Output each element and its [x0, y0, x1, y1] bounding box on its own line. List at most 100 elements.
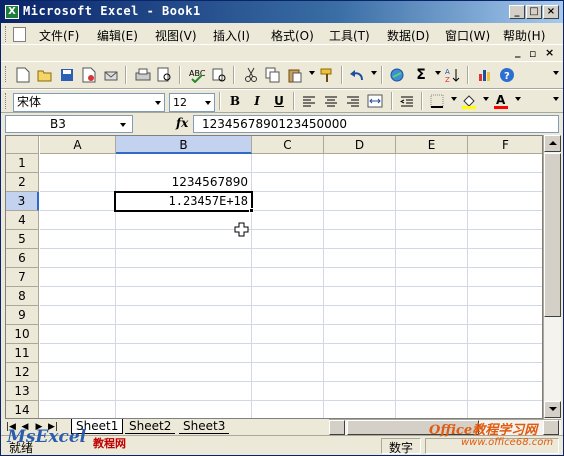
row-header[interactable]: 6	[6, 249, 39, 268]
title-bar[interactable]: X Microsoft Excel - Book1 _ □ ×	[1, 1, 563, 23]
scroll-left-button[interactable]	[329, 420, 345, 435]
menu-edit[interactable]: 编辑(E)	[97, 27, 138, 44]
row-header[interactable]: 13	[6, 382, 39, 401]
cell-b2[interactable]: 1234567890	[116, 175, 248, 189]
sheet-tab-2[interactable]: Sheet2	[125, 419, 176, 434]
permission-icon[interactable]	[79, 65, 99, 85]
hyperlink-icon[interactable]	[387, 65, 407, 85]
italic-icon[interactable]: I	[247, 91, 267, 111]
row-header[interactable]: 11	[6, 344, 39, 363]
scroll-down-button[interactable]	[544, 401, 561, 418]
copy-icon[interactable]	[263, 65, 283, 85]
toolbar-grip[interactable]	[5, 66, 8, 82]
row-header[interactable]: 12	[6, 363, 39, 382]
bold-icon[interactable]: B	[225, 91, 245, 111]
row-header[interactable]: 8	[6, 287, 39, 306]
font-color-icon[interactable]: A	[491, 91, 511, 111]
select-all-button[interactable]	[6, 136, 39, 154]
doc-minimize-icon[interactable]: _	[515, 45, 521, 58]
undo-dropdown-icon[interactable]	[371, 71, 377, 75]
active-cell-border[interactable]	[114, 191, 253, 212]
align-center-icon[interactable]	[321, 91, 341, 111]
merge-center-icon[interactable]	[365, 91, 385, 111]
row-header[interactable]: 14	[6, 401, 39, 418]
print-preview-icon[interactable]	[155, 65, 175, 85]
menu-tools[interactable]: 工具(T)	[329, 27, 370, 44]
row-header[interactable]: 5	[6, 230, 39, 249]
paste-icon[interactable]	[285, 65, 305, 85]
menu-data[interactable]: 数据(D)	[387, 27, 430, 44]
toolbar-options-icon[interactable]	[553, 71, 559, 75]
spelling-icon[interactable]: ABC	[187, 65, 207, 85]
column-header-c[interactable]: C	[252, 136, 324, 154]
borders-dropdown-icon[interactable]	[451, 97, 457, 101]
cut-icon[interactable]	[241, 65, 261, 85]
toolbar-grip[interactable]	[5, 93, 8, 109]
autosum-dropdown-icon[interactable]	[435, 71, 441, 75]
row-header[interactable]: 3	[6, 192, 39, 211]
new-icon[interactable]	[13, 65, 33, 85]
row-header[interactable]: 1	[6, 154, 39, 173]
align-left-icon[interactable]	[299, 91, 319, 111]
chevron-down-icon[interactable]	[155, 101, 161, 105]
sheet-tab-3[interactable]: Sheet3	[179, 419, 230, 434]
fill-color-dropdown-icon[interactable]	[483, 97, 489, 101]
underline-icon[interactable]: U	[269, 91, 289, 111]
align-right-icon[interactable]	[343, 91, 363, 111]
formula-input[interactable]: 1234567890123450000	[193, 115, 559, 133]
decrease-indent-icon[interactable]	[397, 91, 417, 111]
research-icon[interactable]	[209, 65, 229, 85]
column-header-e[interactable]: E	[396, 136, 468, 154]
borders-icon[interactable]	[427, 91, 447, 111]
workbook-icon[interactable]	[13, 27, 26, 42]
row-header[interactable]: 2	[6, 173, 39, 192]
menu-view[interactable]: 视图(V)	[155, 27, 197, 44]
worksheet-grid[interactable]: A B C D E F 1 2 3 4 5 6 7 8 9 10 11 12 1…	[5, 135, 543, 419]
autosum-icon[interactable]: Σ	[411, 65, 431, 85]
paste-dropdown-icon[interactable]	[309, 71, 315, 75]
chevron-down-icon[interactable]	[205, 101, 211, 105]
doc-restore-icon[interactable]: ▫	[529, 47, 536, 60]
row-header[interactable]: 10	[6, 325, 39, 344]
help-icon[interactable]: ?	[497, 65, 517, 85]
chart-wizard-icon[interactable]	[475, 65, 495, 85]
font-size-select[interactable]: 12	[169, 93, 215, 112]
font-color-dropdown-icon[interactable]	[515, 97, 521, 101]
undo-icon[interactable]	[347, 65, 367, 85]
menu-help[interactable]: 帮助(H)	[503, 27, 545, 44]
sort-ascending-icon[interactable]: AZ	[443, 65, 463, 85]
column-header-f[interactable]: F	[468, 136, 542, 154]
format-painter-icon[interactable]	[317, 65, 337, 85]
row-header[interactable]: 4	[6, 211, 39, 230]
fill-color-icon[interactable]	[459, 91, 479, 111]
menu-file[interactable]: 文件(F)	[39, 27, 79, 44]
column-header-d[interactable]: D	[324, 136, 396, 154]
column-header-b[interactable]: B	[116, 136, 252, 154]
scroll-right-button[interactable]	[543, 420, 559, 435]
scroll-up-button[interactable]	[544, 135, 561, 152]
menu-insert[interactable]: 插入(I)	[213, 27, 250, 44]
fill-handle[interactable]	[249, 208, 254, 213]
chevron-down-icon[interactable]	[120, 123, 126, 127]
doc-close-icon[interactable]: ×	[545, 46, 554, 59]
toolbar-options-icon[interactable]	[553, 97, 559, 101]
menu-grip[interactable]	[5, 26, 8, 42]
maximize-button[interactable]: □	[526, 5, 542, 19]
close-button[interactable]: ×	[543, 5, 559, 19]
print-icon[interactable]	[133, 65, 153, 85]
email-icon[interactable]	[101, 65, 121, 85]
open-icon[interactable]	[35, 65, 55, 85]
insert-function-icon[interactable]: fx	[176, 116, 188, 130]
font-name-select[interactable]: 宋体	[13, 93, 165, 112]
vertical-scroll-thumb[interactable]	[544, 153, 561, 317]
row-header[interactable]: 9	[6, 306, 39, 325]
excel-app-icon[interactable]: X	[5, 5, 19, 19]
minimize-button[interactable]: _	[509, 5, 525, 19]
menu-format[interactable]: 格式(O)	[271, 27, 314, 44]
vertical-scrollbar[interactable]	[543, 135, 561, 419]
menu-window[interactable]: 窗口(W)	[445, 27, 490, 44]
column-header-a[interactable]: A	[40, 136, 116, 154]
row-header[interactable]: 7	[6, 268, 39, 287]
save-icon[interactable]	[57, 65, 77, 85]
name-box[interactable]: B3	[5, 115, 133, 133]
